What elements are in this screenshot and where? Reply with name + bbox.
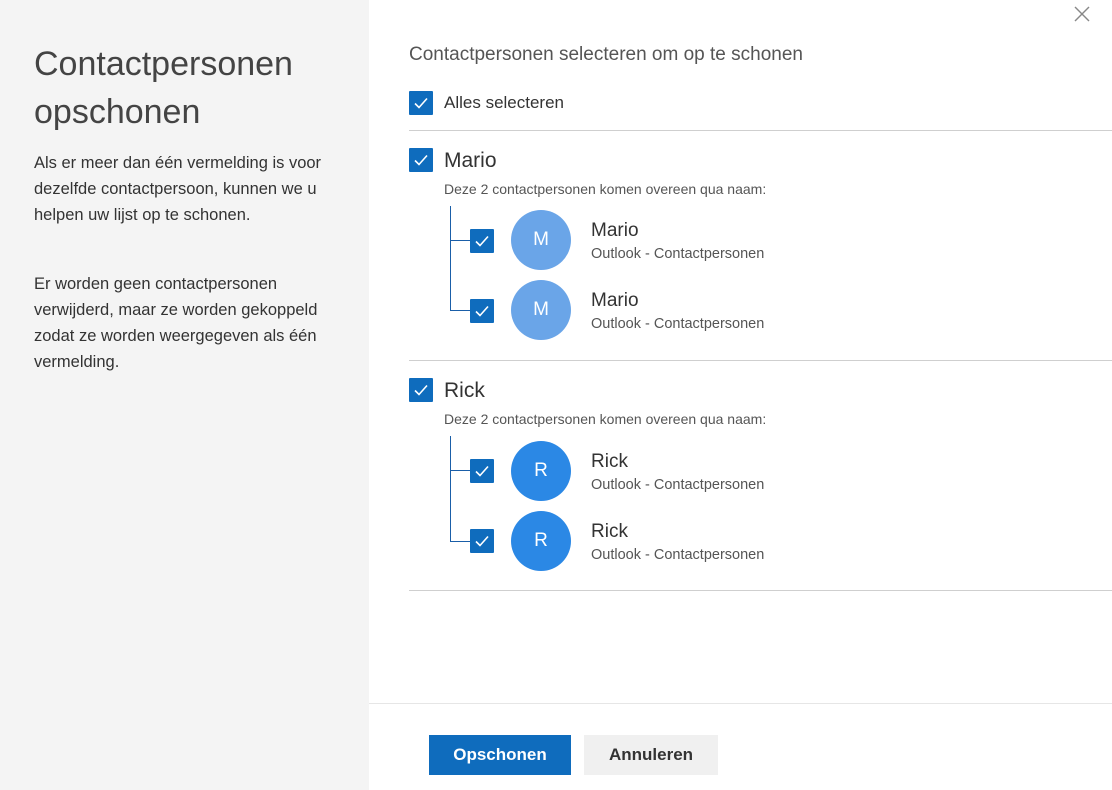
- checkmark-icon: [475, 305, 489, 317]
- checkmark-icon: [414, 97, 428, 109]
- avatar: M: [511, 280, 571, 340]
- tree-connector: [450, 470, 470, 471]
- avatar: R: [511, 441, 571, 501]
- contact-name: Mario: [591, 220, 639, 241]
- contact-source: Outlook - Contactpersonen: [591, 477, 765, 493]
- contact-name: Mario: [591, 290, 639, 311]
- contact-source: Outlook - Contactpersonen: [591, 316, 765, 332]
- group-match-description: Deze 2 contactpersonen komen overeen qua…: [444, 411, 767, 427]
- group-name: Mario: [444, 149, 497, 172]
- checkmark-icon: [475, 465, 489, 477]
- contact-checkbox[interactable]: [470, 229, 494, 253]
- select-all-label: Alles selecteren: [444, 93, 565, 112]
- description-paragraph-1: Als er meer dan één vermelding is voor d…: [34, 154, 322, 224]
- divider: [409, 130, 1112, 131]
- checkmark-icon: [475, 535, 489, 547]
- divider: [409, 360, 1112, 361]
- close-button[interactable]: [1070, 2, 1094, 26]
- info-pane: Contactpersonen opschonen Als er meer da…: [0, 0, 369, 790]
- cancel-button[interactable]: Annuleren: [584, 735, 718, 775]
- contact-checkbox[interactable]: [470, 459, 494, 483]
- checkmark-icon: [414, 384, 428, 396]
- group-name: Rick: [444, 379, 485, 402]
- tree-connector: [450, 436, 451, 541]
- divider: [409, 590, 1112, 591]
- checkmark-icon: [475, 235, 489, 247]
- description-paragraph-2: Er worden geen contactpersonen verwijder…: [34, 275, 318, 371]
- contact-checkbox[interactable]: [470, 529, 494, 553]
- selection-heading: Contactpersonen selecteren om op te scho…: [409, 44, 803, 65]
- contact-checkbox[interactable]: [470, 299, 494, 323]
- avatar: M: [511, 210, 571, 270]
- checkmark-icon: [414, 154, 428, 166]
- tree-connector: [450, 310, 470, 311]
- cleanup-button[interactable]: Opschonen: [429, 735, 571, 775]
- contact-name: Rick: [591, 451, 628, 472]
- select-all-checkbox[interactable]: [409, 91, 433, 115]
- contact-source: Outlook - Contactpersonen: [591, 246, 765, 262]
- group-match-description: Deze 2 contactpersonen komen overeen qua…: [444, 181, 767, 197]
- group-checkbox-mario[interactable]: [409, 148, 433, 172]
- group-checkbox-rick[interactable]: [409, 378, 433, 402]
- footer-divider: [369, 703, 1112, 704]
- tree-connector: [450, 240, 470, 241]
- tree-connector: [450, 541, 470, 542]
- avatar: R: [511, 511, 571, 571]
- tree-connector: [450, 206, 451, 310]
- close-icon: [1074, 6, 1090, 22]
- contact-source: Outlook - Contactpersonen: [591, 547, 765, 563]
- contact-name: Rick: [591, 521, 628, 542]
- dialog-title: Contactpersonen opschonen: [34, 45, 293, 131]
